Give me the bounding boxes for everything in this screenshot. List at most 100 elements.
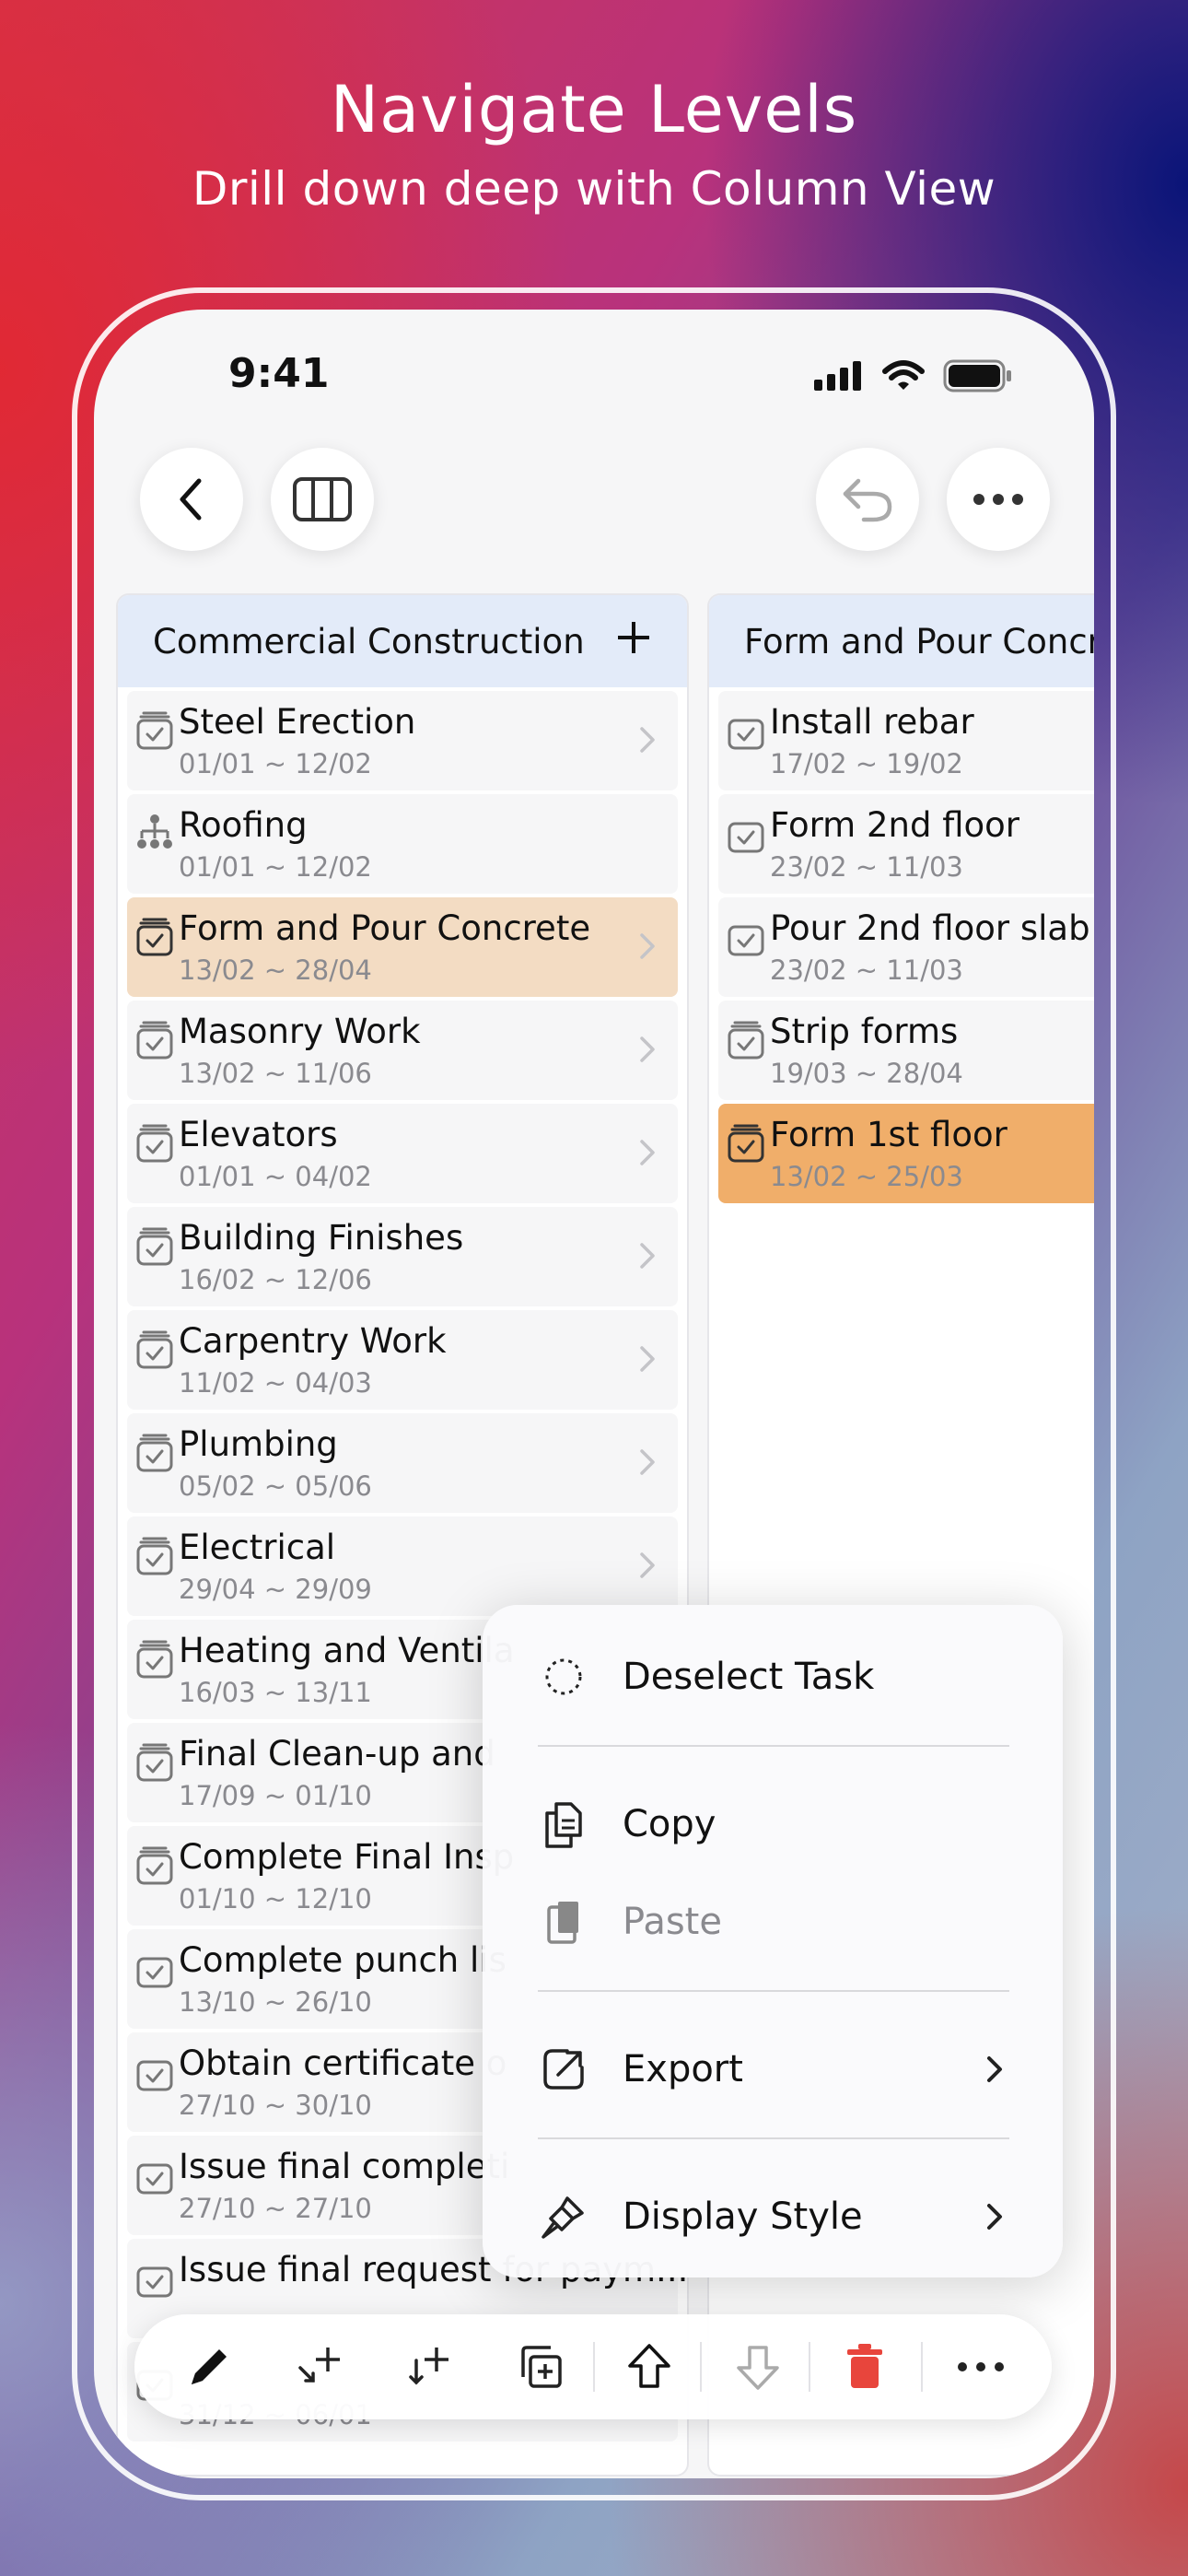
menu-item-copy[interactable]: Copy bbox=[483, 1778, 1063, 1870]
task-title: Install rebar bbox=[770, 702, 974, 742]
paste-icon bbox=[547, 1902, 578, 1944]
undo-button[interactable] bbox=[816, 448, 919, 551]
task-row[interactable]: Building Finishes 16/02 ~ 12/06 bbox=[127, 1207, 678, 1306]
menu-item-label: Export bbox=[623, 2048, 743, 2090]
battery-icon bbox=[943, 359, 1011, 392]
task-row[interactable]: Roofing 01/01 ~ 12/02 bbox=[127, 794, 678, 894]
task-title: Final Clean-up and bbox=[179, 1734, 495, 1774]
checkbox-icon[interactable] bbox=[134, 1948, 175, 1988]
task-stack-icon[interactable] bbox=[134, 1638, 175, 1679]
back-button[interactable] bbox=[140, 448, 243, 551]
task-row[interactable]: Install rebar 17/02 ~ 19/02 bbox=[718, 691, 1094, 790]
task-stack-icon[interactable] bbox=[134, 1535, 175, 1575]
headline-subtitle: Drill down deep with Column View bbox=[192, 162, 996, 216]
chevron-right-icon[interactable] bbox=[639, 932, 656, 964]
task-row[interactable]: Masonry Work 13/02 ~ 11/06 bbox=[127, 1001, 678, 1100]
menu-item-paste[interactable]: Paste bbox=[483, 1876, 1063, 1968]
move-up-icon[interactable] bbox=[623, 2340, 676, 2394]
task-title: Complete Final Insp bbox=[179, 1837, 515, 1877]
task-stack-icon[interactable] bbox=[134, 1122, 175, 1163]
brush-icon bbox=[542, 2196, 584, 2239]
task-date-range: 16/03 ~ 13/11 bbox=[179, 1677, 372, 1708]
task-row[interactable]: Carpentry Work 11/02 ~ 04/03 bbox=[127, 1310, 678, 1410]
task-title: Elevators bbox=[179, 1115, 338, 1154]
add-sibling-icon[interactable] bbox=[297, 2340, 350, 2394]
column-view-button[interactable] bbox=[271, 448, 374, 551]
column-title: Form and Pour Concrete bbox=[744, 621, 1094, 662]
move-down-icon[interactable] bbox=[731, 2340, 785, 2394]
task-title: Obtain certificate o bbox=[179, 2043, 507, 2083]
ellipsis-icon[interactable] bbox=[954, 2340, 1007, 2394]
checkbox-icon[interactable] bbox=[134, 2154, 175, 2195]
checkbox-icon[interactable] bbox=[726, 709, 766, 750]
menu-item-deselect-task[interactable]: Deselect Task bbox=[483, 1631, 1063, 1723]
task-stack-icon[interactable] bbox=[726, 1019, 766, 1060]
toolbar-divider bbox=[700, 2342, 702, 2392]
task-stack-icon[interactable] bbox=[134, 1019, 175, 1060]
menu-item-export[interactable]: Export bbox=[483, 2023, 1063, 2115]
task-row[interactable]: Strip forms 19/03 ~ 28/04 bbox=[718, 1001, 1094, 1100]
chevron-right-icon[interactable] bbox=[639, 1242, 656, 1273]
chevron-right-icon[interactable] bbox=[639, 1448, 656, 1480]
column-title: Commercial Construction bbox=[153, 621, 585, 662]
task-title: Pour 2nd floor slab bbox=[770, 908, 1090, 948]
task-title: Plumbing bbox=[179, 1424, 338, 1464]
task-date-range: 16/02 ~ 12/06 bbox=[179, 1264, 372, 1295]
chevron-right-icon[interactable] bbox=[639, 726, 656, 757]
menu-divider bbox=[538, 2137, 1009, 2139]
menu-item-label: Paste bbox=[623, 1901, 722, 1943]
hierarchy-icon[interactable] bbox=[134, 813, 175, 853]
toolbar-divider bbox=[593, 2342, 595, 2392]
task-row[interactable]: Pour 2nd floor slab 23/02 ~ 11/03 bbox=[718, 897, 1094, 997]
task-row[interactable]: Plumbing 05/02 ~ 05/06 bbox=[127, 1413, 678, 1513]
ellipsis-icon bbox=[973, 494, 1023, 505]
chevron-right-icon[interactable] bbox=[639, 1551, 656, 1583]
chevron-right-icon[interactable] bbox=[639, 1139, 656, 1170]
duplicate-icon[interactable] bbox=[514, 2340, 567, 2394]
pencil-icon[interactable] bbox=[182, 2340, 236, 2394]
column-header: Form and Pour Concrete bbox=[709, 595, 1094, 687]
task-date-range: 13/02 ~ 25/03 bbox=[770, 1161, 963, 1192]
phone-screen: 9:41 Commercial Construction Steel Erect… bbox=[94, 310, 1094, 2478]
checkbox-icon[interactable] bbox=[134, 2257, 175, 2298]
toolbar-divider bbox=[809, 2342, 810, 2392]
task-row[interactable]: Form and Pour Concrete 13/02 ~ 28/04 bbox=[127, 897, 678, 997]
task-title: Form 2nd floor bbox=[770, 805, 1019, 845]
checkbox-icon[interactable] bbox=[726, 916, 766, 956]
dashed-circle-icon bbox=[545, 1658, 582, 1695]
task-row[interactable]: Electrical 29/04 ~ 29/09 bbox=[127, 1516, 678, 1616]
menu-item-display-style[interactable]: Display Style bbox=[483, 2171, 1063, 2263]
wifi-icon bbox=[882, 360, 925, 390]
task-stack-icon[interactable] bbox=[134, 1432, 175, 1472]
chevron-right-icon[interactable] bbox=[639, 1036, 656, 1067]
add-child-icon[interactable] bbox=[403, 2340, 457, 2394]
task-stack-icon[interactable] bbox=[134, 916, 175, 956]
chevron-right-icon[interactable] bbox=[639, 1345, 656, 1376]
trash-icon[interactable] bbox=[838, 2340, 891, 2394]
task-title: Form 1st floor bbox=[770, 1115, 1007, 1154]
add-task-button[interactable] bbox=[615, 619, 652, 664]
status-icons bbox=[814, 359, 1013, 392]
task-stack-icon[interactable] bbox=[134, 1329, 175, 1369]
checkbox-icon[interactable] bbox=[726, 813, 766, 853]
context-menu: Deselect Task Copy Paste Export Display … bbox=[483, 1605, 1063, 2277]
task-date-range: 01/01 ~ 12/02 bbox=[179, 851, 372, 883]
task-stack-icon[interactable] bbox=[134, 709, 175, 750]
task-title: Strip forms bbox=[770, 1012, 959, 1051]
task-date-range: 01/10 ~ 12/10 bbox=[179, 1883, 372, 1914]
export-icon bbox=[543, 2049, 584, 2090]
more-button[interactable] bbox=[947, 448, 1050, 551]
task-row[interactable]: Form 2nd floor 23/02 ~ 11/03 bbox=[718, 794, 1094, 894]
checkbox-icon[interactable] bbox=[134, 2051, 175, 2091]
task-stack-icon[interactable] bbox=[134, 1225, 175, 1266]
task-row[interactable]: Steel Erection 01/01 ~ 12/02 bbox=[127, 691, 678, 790]
task-date-range: 13/02 ~ 28/04 bbox=[179, 954, 372, 986]
task-stack-icon[interactable] bbox=[726, 1122, 766, 1163]
task-date-range: 27/10 ~ 30/10 bbox=[179, 2090, 372, 2121]
task-row[interactable]: Form 1st floor 13/02 ~ 25/03 bbox=[718, 1104, 1094, 1203]
task-stack-icon[interactable] bbox=[134, 1844, 175, 1885]
task-row[interactable]: Elevators 01/01 ~ 04/02 bbox=[127, 1104, 678, 1203]
task-stack-icon[interactable] bbox=[134, 1741, 175, 1782]
task-date-range: 17/02 ~ 19/02 bbox=[770, 748, 963, 779]
status-time: 9:41 bbox=[228, 350, 330, 397]
